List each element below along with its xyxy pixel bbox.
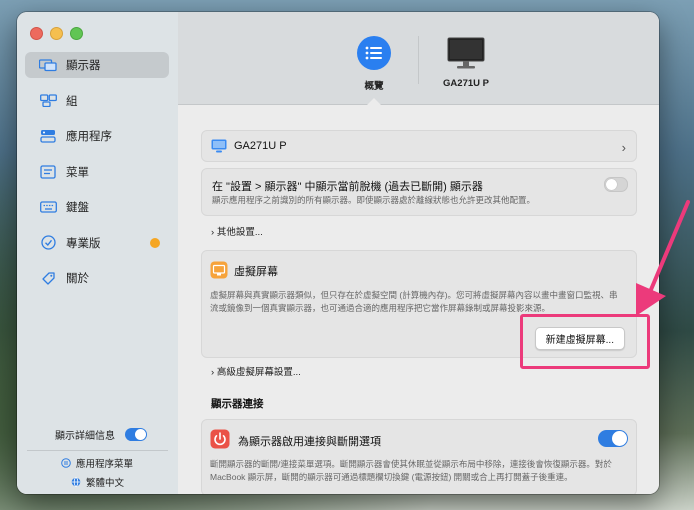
connection-card: 為顯示器啟用連接與斷開選項 斷開顯示器的斷開/連接菜單選項。斷開顯示器會使其休眠… (201, 419, 637, 494)
notification-dot (150, 237, 160, 248)
virtual-screen-icon (210, 261, 228, 284)
annotation-highlight-box (520, 314, 650, 369)
sidebar-item-label: 應用程序 (66, 131, 112, 143)
tab-label: GA271U P (443, 78, 489, 89)
main-panel: 概覽 GA271U P GA271U P › 在 "設置 > 顯示器" 中顯示當… (178, 12, 659, 494)
connection-heading: 顯示器連接 (211, 398, 264, 410)
tab-label: 概覽 (364, 81, 384, 92)
app-menu-link[interactable]: 應用程序菜單 (61, 456, 133, 470)
sidebar-item-label: 菜單 (66, 166, 89, 179)
list-icon (357, 36, 391, 70)
advanced-virtual-disclosure[interactable]: › 高級虛擬屏幕設置... (211, 364, 301, 378)
show-disconnected-title: 在 "設置 > 顯示器" 中顯示當前脫機 (過去已斷開) 顯示器 (212, 181, 483, 193)
connection-title: 為顯示器啟用連接與斷開選項 (238, 436, 381, 448)
sidebar: 顯示器 組 應用程序 菜單 鍵盤 專業版 關於 顯示詳細信息 應用程序菜單 繁體… (17, 12, 179, 494)
language-label: 繁體中文 (86, 478, 125, 489)
app-menu-label: 應用程序菜單 (76, 459, 134, 470)
minimize-window-button[interactable] (50, 27, 63, 40)
sidebar-item-label: 顯示器 (66, 60, 101, 72)
tab-pointer (367, 98, 381, 105)
window-controls (30, 27, 83, 40)
show-disconnected-row: 在 "設置 > 顯示器" 中顯示當前脫機 (過去已斷開) 顯示器 顯示應用程序之… (201, 168, 637, 216)
tab-monitor[interactable]: GA271U P (436, 36, 496, 89)
detail-info-toggle[interactable] (125, 428, 147, 441)
sidebar-item-label: 組 (66, 95, 78, 108)
tab-bar: 概覽 GA271U P (178, 12, 659, 105)
sidebar-item-about[interactable]: 關於 (25, 265, 169, 291)
group-icon (39, 94, 57, 108)
sidebar-list: 顯示器 組 應用程序 菜單 鍵盤 專業版 關於 (25, 52, 169, 301)
chevron-right-icon: › (621, 140, 626, 155)
connection-toggle[interactable] (598, 430, 628, 447)
tab-divider (418, 36, 419, 84)
other-settings-disclosure[interactable]: › 其他設置... (211, 224, 263, 238)
sidebar-item-label: 專業版 (66, 237, 101, 250)
tag-icon (39, 271, 57, 285)
tab-overview[interactable]: 概覽 (354, 36, 394, 92)
close-window-button[interactable] (30, 27, 43, 40)
sidebar-item-menu[interactable]: 菜單 (25, 159, 169, 185)
display-name: GA271U P (234, 140, 287, 152)
detail-info-label: 顯示詳細信息 (55, 431, 115, 442)
display-row[interactable]: GA271U P › (201, 130, 637, 162)
sidebar-item-label: 關於 (66, 273, 89, 285)
zoom-window-button[interactable] (70, 27, 83, 40)
sidebar-divider (27, 450, 168, 451)
power-icon (210, 429, 230, 454)
show-disconnected-toggle[interactable] (604, 177, 628, 192)
keyboard-icon (39, 200, 57, 214)
sidebar-item-label: 鍵盤 (66, 202, 89, 214)
detail-info-row: 顯示詳細信息 (55, 427, 147, 442)
sidebar-item-displays[interactable]: 顯示器 (25, 52, 169, 78)
monitor-icon (436, 36, 496, 70)
monitor-small-icon (211, 139, 227, 158)
app-window: 顯示器 組 應用程序 菜單 鍵盤 專業版 關於 顯示詳細信息 應用程序菜單 繁體… (17, 12, 659, 494)
virtual-screen-desc: 虛擬屏幕與真實顯示器類似，但只存在於虛擬空間 (計算機內存)。您可將虛擬屏幕內容… (210, 290, 618, 313)
apps-icon (39, 129, 57, 143)
disclosure-label: 其他設置... (216, 227, 263, 238)
show-disconnected-desc: 顯示應用程序之前識別的所有顯示器。即使顯示器處於離線狀態也允許更改其他配置。 (212, 195, 536, 205)
sidebar-item-pro[interactable]: 專業版 (25, 230, 169, 256)
globe-icon (71, 477, 81, 487)
language-link[interactable]: 繁體中文 (71, 475, 124, 489)
menu-icon (39, 164, 57, 179)
connection-desc: 斷開顯示器的斷開/連接菜單選項。斷開顯示器會使其休眠並從顯示布局中移除，連接後會… (210, 459, 612, 482)
sidebar-item-apps[interactable]: 應用程序 (25, 123, 169, 149)
pro-badge-icon (39, 235, 57, 250)
sidebar-item-group[interactable]: 組 (25, 88, 169, 114)
displays-icon (39, 58, 57, 72)
sidebar-item-keyboard[interactable]: 鍵盤 (25, 194, 169, 220)
virtual-screen-title: 虛擬屏幕 (234, 266, 278, 278)
disclosure-label: 高級虛擬屏幕設置... (216, 367, 301, 378)
menu-circle-icon (61, 458, 71, 468)
